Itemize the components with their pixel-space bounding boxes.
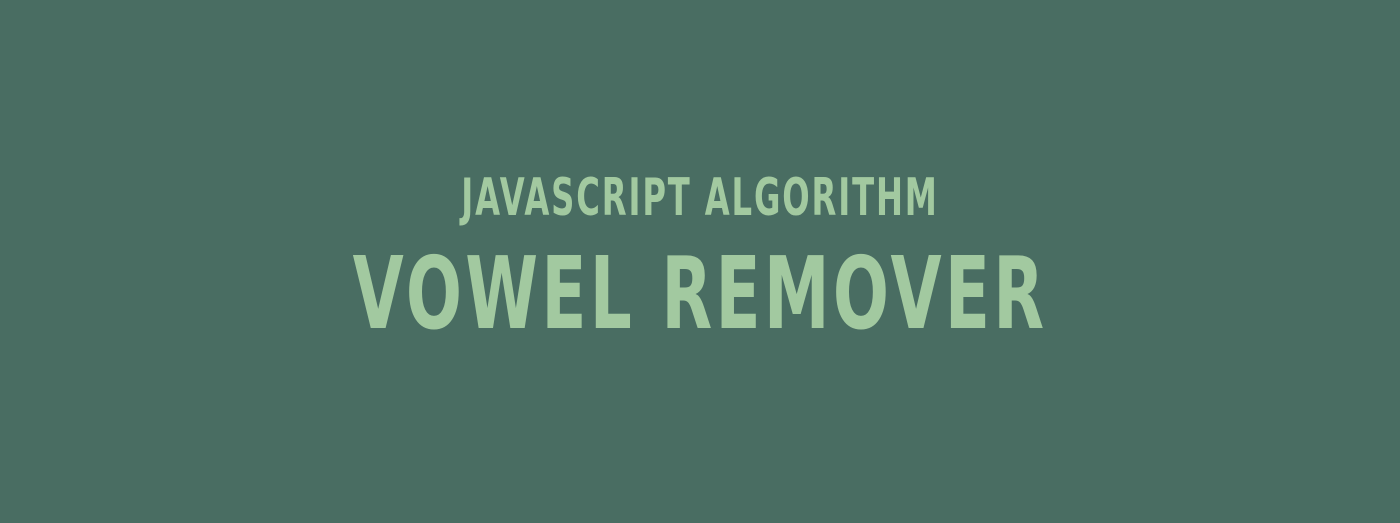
title-group: JAVASCRIPT ALGORITHM VOWEL REMOVER (0, 0, 1400, 523)
banner-title: VOWEL REMOVER (352, 235, 1048, 352)
banner-subtitle: JAVASCRIPT ALGORITHM (461, 168, 939, 228)
hero-banner: JAVASCRIPT ALGORITHM VOWEL REMOVER (0, 0, 1400, 523)
